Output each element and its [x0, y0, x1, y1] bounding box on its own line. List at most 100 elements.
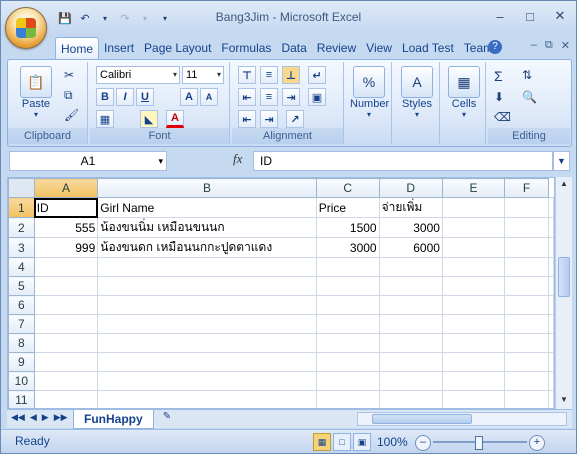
- cell[interactable]: [315, 333, 380, 353]
- cell[interactable]: [441, 314, 506, 334]
- cell[interactable]: [504, 390, 549, 408]
- cell[interactable]: [504, 352, 549, 372]
- row-header[interactable]: 5: [8, 276, 35, 296]
- cell[interactable]: [378, 276, 443, 296]
- cell[interactable]: [548, 352, 554, 372]
- zoom-out-icon[interactable]: –: [415, 435, 431, 451]
- copy-icon[interactable]: ⧉: [64, 88, 73, 103]
- formula-input[interactable]: ID: [253, 151, 553, 171]
- select-all-corner[interactable]: [8, 178, 35, 198]
- cell[interactable]: [97, 333, 317, 353]
- cell[interactable]: [548, 333, 554, 353]
- merge-center-icon[interactable]: ▣: [308, 88, 326, 106]
- cell[interactable]: น้องขนดก เหมือนนกกะปูดตาแดง: [97, 237, 317, 258]
- cell[interactable]: [504, 217, 549, 238]
- cell[interactable]: 3000: [378, 217, 443, 238]
- zoom-level[interactable]: 100%: [377, 435, 408, 449]
- shrink-font-button[interactable]: A: [200, 88, 218, 106]
- zoom-knob[interactable]: [475, 436, 483, 450]
- cell[interactable]: [33, 295, 99, 315]
- row-header[interactable]: 11: [8, 390, 35, 408]
- cell[interactable]: [97, 257, 317, 277]
- underline-button[interactable]: U: [136, 88, 154, 106]
- cell[interactable]: [441, 295, 506, 315]
- cell[interactable]: [33, 314, 99, 334]
- cell[interactable]: [504, 257, 549, 277]
- row-header[interactable]: 4: [8, 257, 35, 277]
- row-header[interactable]: 10: [8, 371, 35, 391]
- cell[interactable]: [548, 390, 554, 408]
- tab-data[interactable]: Data: [276, 37, 311, 59]
- cells-button[interactable]: ▦ Cells ▾: [446, 66, 482, 119]
- name-box[interactable]: A1 ▾: [9, 151, 167, 171]
- help-icon[interactable]: ?: [488, 40, 502, 54]
- cell[interactable]: ID: [33, 197, 99, 218]
- cell[interactable]: [441, 257, 506, 277]
- cell[interactable]: [315, 276, 380, 296]
- cell[interactable]: [548, 237, 554, 258]
- cell[interactable]: [441, 390, 506, 408]
- cell[interactable]: 6000: [378, 237, 443, 258]
- cell[interactable]: [97, 276, 317, 296]
- cell[interactable]: [378, 314, 443, 334]
- sheet-tab-funhappy[interactable]: FunHappy: [73, 410, 154, 429]
- tab-home[interactable]: Home: [55, 37, 100, 60]
- cell[interactable]: [97, 295, 317, 315]
- cell[interactable]: [441, 237, 506, 258]
- horizontal-scrollbar[interactable]: [357, 412, 567, 426]
- scroll-down-icon[interactable]: ▼: [558, 395, 570, 407]
- font-color-button[interactable]: A: [166, 110, 184, 128]
- wrap-text-icon[interactable]: ↵: [308, 66, 326, 84]
- format-painter-icon[interactable]: 🖌: [64, 108, 79, 122]
- align-bottom-icon[interactable]: ⊥: [282, 66, 300, 84]
- styles-button[interactable]: A Styles ▾: [398, 66, 436, 119]
- cell[interactable]: [504, 276, 549, 296]
- cell[interactable]: [504, 333, 549, 353]
- close-icon[interactable]: ✕: [550, 7, 570, 25]
- cell[interactable]: [504, 314, 549, 334]
- cell[interactable]: [441, 333, 506, 353]
- cell[interactable]: [97, 352, 317, 372]
- column-header[interactable]: D: [378, 178, 443, 198]
- tab-formulas[interactable]: Formulas: [216, 37, 276, 59]
- cell[interactable]: [315, 390, 380, 408]
- cell[interactable]: [504, 237, 549, 258]
- cell[interactable]: [378, 257, 443, 277]
- cell[interactable]: [504, 295, 549, 315]
- cell[interactable]: [97, 371, 317, 391]
- expand-formula-icon[interactable]: ▼: [553, 151, 570, 171]
- cell[interactable]: 3000: [315, 237, 380, 258]
- row-header[interactable]: 7: [8, 314, 35, 334]
- cell[interactable]: [378, 295, 443, 315]
- increase-indent-icon[interactable]: ⇥: [260, 110, 278, 128]
- cell[interactable]: [548, 217, 554, 238]
- tab-page-layout[interactable]: Page Layout: [139, 37, 216, 59]
- cell[interactable]: [548, 314, 554, 334]
- bold-button[interactable]: B: [96, 88, 114, 106]
- cell[interactable]: [33, 371, 99, 391]
- cell[interactable]: [441, 197, 506, 218]
- cell[interactable]: [315, 257, 380, 277]
- scroll-up-icon[interactable]: ▲: [558, 179, 570, 191]
- cell[interactable]: [33, 352, 99, 372]
- align-top-icon[interactable]: ⊤: [238, 66, 256, 84]
- cell[interactable]: [97, 390, 317, 408]
- cell[interactable]: [441, 217, 506, 238]
- cell[interactable]: จ่ายเพิ่ม: [378, 197, 443, 218]
- vertical-scrollbar[interactable]: ▲ ▼: [555, 177, 572, 409]
- align-right-icon[interactable]: ⇥: [282, 88, 300, 106]
- align-middle-icon[interactable]: ≡: [260, 66, 278, 84]
- clear-icon[interactable]: ⌫: [494, 110, 511, 124]
- tab-review[interactable]: Review: [312, 37, 361, 59]
- fill-icon[interactable]: ⬇: [494, 90, 504, 104]
- paste-button[interactable]: 📋 Paste ▾: [16, 66, 56, 119]
- autosum-icon[interactable]: Σ: [494, 68, 503, 84]
- cell[interactable]: น้องขนนิ่ม เหมือนขนนก: [97, 217, 317, 238]
- hscroll-thumb[interactable]: [372, 414, 472, 424]
- scroll-thumb[interactable]: [558, 257, 570, 297]
- tab-load-test[interactable]: Load Test: [397, 37, 459, 59]
- cell[interactable]: [33, 333, 99, 353]
- row-header[interactable]: 8: [8, 333, 35, 353]
- grow-font-button[interactable]: A: [180, 88, 198, 106]
- cell[interactable]: [548, 257, 554, 277]
